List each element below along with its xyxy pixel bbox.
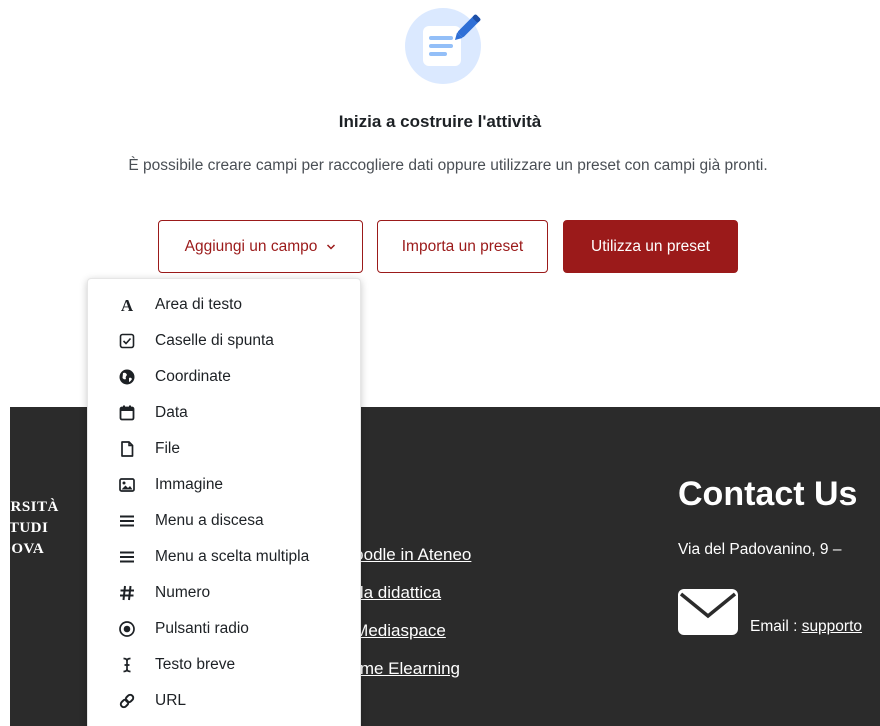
form-edit-icon (405, 8, 481, 84)
logo-line: DOVA (0, 541, 45, 557)
import-preset-button[interactable]: Importa un preset (377, 220, 548, 273)
chevron-down-icon (326, 243, 336, 251)
email-label: Email : (750, 618, 802, 635)
menu-item-caselle-di-spunta[interactable]: Caselle di spunta (88, 323, 360, 359)
page-title: Inizia a costruire l'attività (338, 112, 542, 131)
text-area-icon: A (118, 296, 136, 314)
text-cursor-icon (118, 656, 136, 674)
field-type-dropdown: A Area di testo Caselle di spunta Coordi… (87, 278, 361, 726)
globe-icon (118, 368, 136, 386)
menu-item-menu-a-scelta-multipla[interactable]: Menu a scelta multipla (88, 539, 360, 575)
menu-item-label: Menu a scelta multipla (155, 548, 310, 565)
menu-lines-icon (118, 548, 136, 566)
menu-item-label: URL (155, 692, 187, 709)
menu-item-label: File (155, 440, 180, 457)
menu-item-label: Pulsanti radio (155, 620, 249, 637)
hash-icon (118, 584, 136, 602)
logo-line: STUDI (0, 520, 49, 536)
add-field-label: Aggiungi un campo (184, 237, 318, 255)
menu-item-label: Menu a discesa (155, 512, 264, 529)
file-icon (118, 440, 136, 458)
image-icon (118, 476, 136, 494)
email-link[interactable]: supporto (802, 618, 862, 635)
add-field-button[interactable]: Aggiungi un campo (158, 220, 363, 273)
menu-item-testo-breve[interactable]: Testo breve (88, 647, 360, 683)
menu-item-label: Testo breve (155, 656, 236, 673)
menu-item-coordinate[interactable]: Coordinate (88, 359, 360, 395)
link-icon (118, 692, 136, 710)
menu-lines-icon (118, 512, 136, 530)
university-logo[interactable]: ERSITÀ STUDI DOVA (0, 497, 59, 560)
contact-email: Email : supporto (750, 618, 862, 636)
menu-item-url[interactable]: URL (88, 683, 360, 719)
contact-address: Via del Padovanino, 9 – (678, 541, 842, 558)
menu-item-numero[interactable]: Numero (88, 575, 360, 611)
menu-item-label: Numero (155, 584, 211, 601)
menu-item-data[interactable]: Data (88, 395, 360, 431)
menu-item-menu-a-discesa[interactable]: Menu a discesa (88, 503, 360, 539)
menu-item-label: Caselle di spunta (155, 332, 274, 349)
menu-item-label: Area di testo (155, 296, 243, 313)
menu-item-label: Immagine (155, 476, 224, 493)
menu-item-label: Data (155, 404, 188, 421)
checkbox-icon (118, 332, 136, 350)
radio-icon (118, 620, 136, 638)
menu-item-file[interactable]: File (88, 431, 360, 467)
menu-item-immagine[interactable]: Immagine (88, 467, 360, 503)
menu-item-label: Coordinate (155, 368, 231, 385)
calendar-icon (118, 404, 136, 422)
svg-text:A: A (121, 296, 134, 314)
use-preset-button[interactable]: Utilizza un preset (563, 220, 738, 273)
menu-item-area-di-testo[interactable]: A Area di testo (88, 287, 360, 323)
contact-title: Contact Us (678, 475, 858, 513)
logo-line: ERSITÀ (0, 499, 59, 515)
envelope-icon (678, 589, 738, 640)
menu-item-pulsanti-radio[interactable]: Pulsanti radio (88, 611, 360, 647)
description-text: È possibile creare campi per raccogliere… (128, 157, 768, 174)
